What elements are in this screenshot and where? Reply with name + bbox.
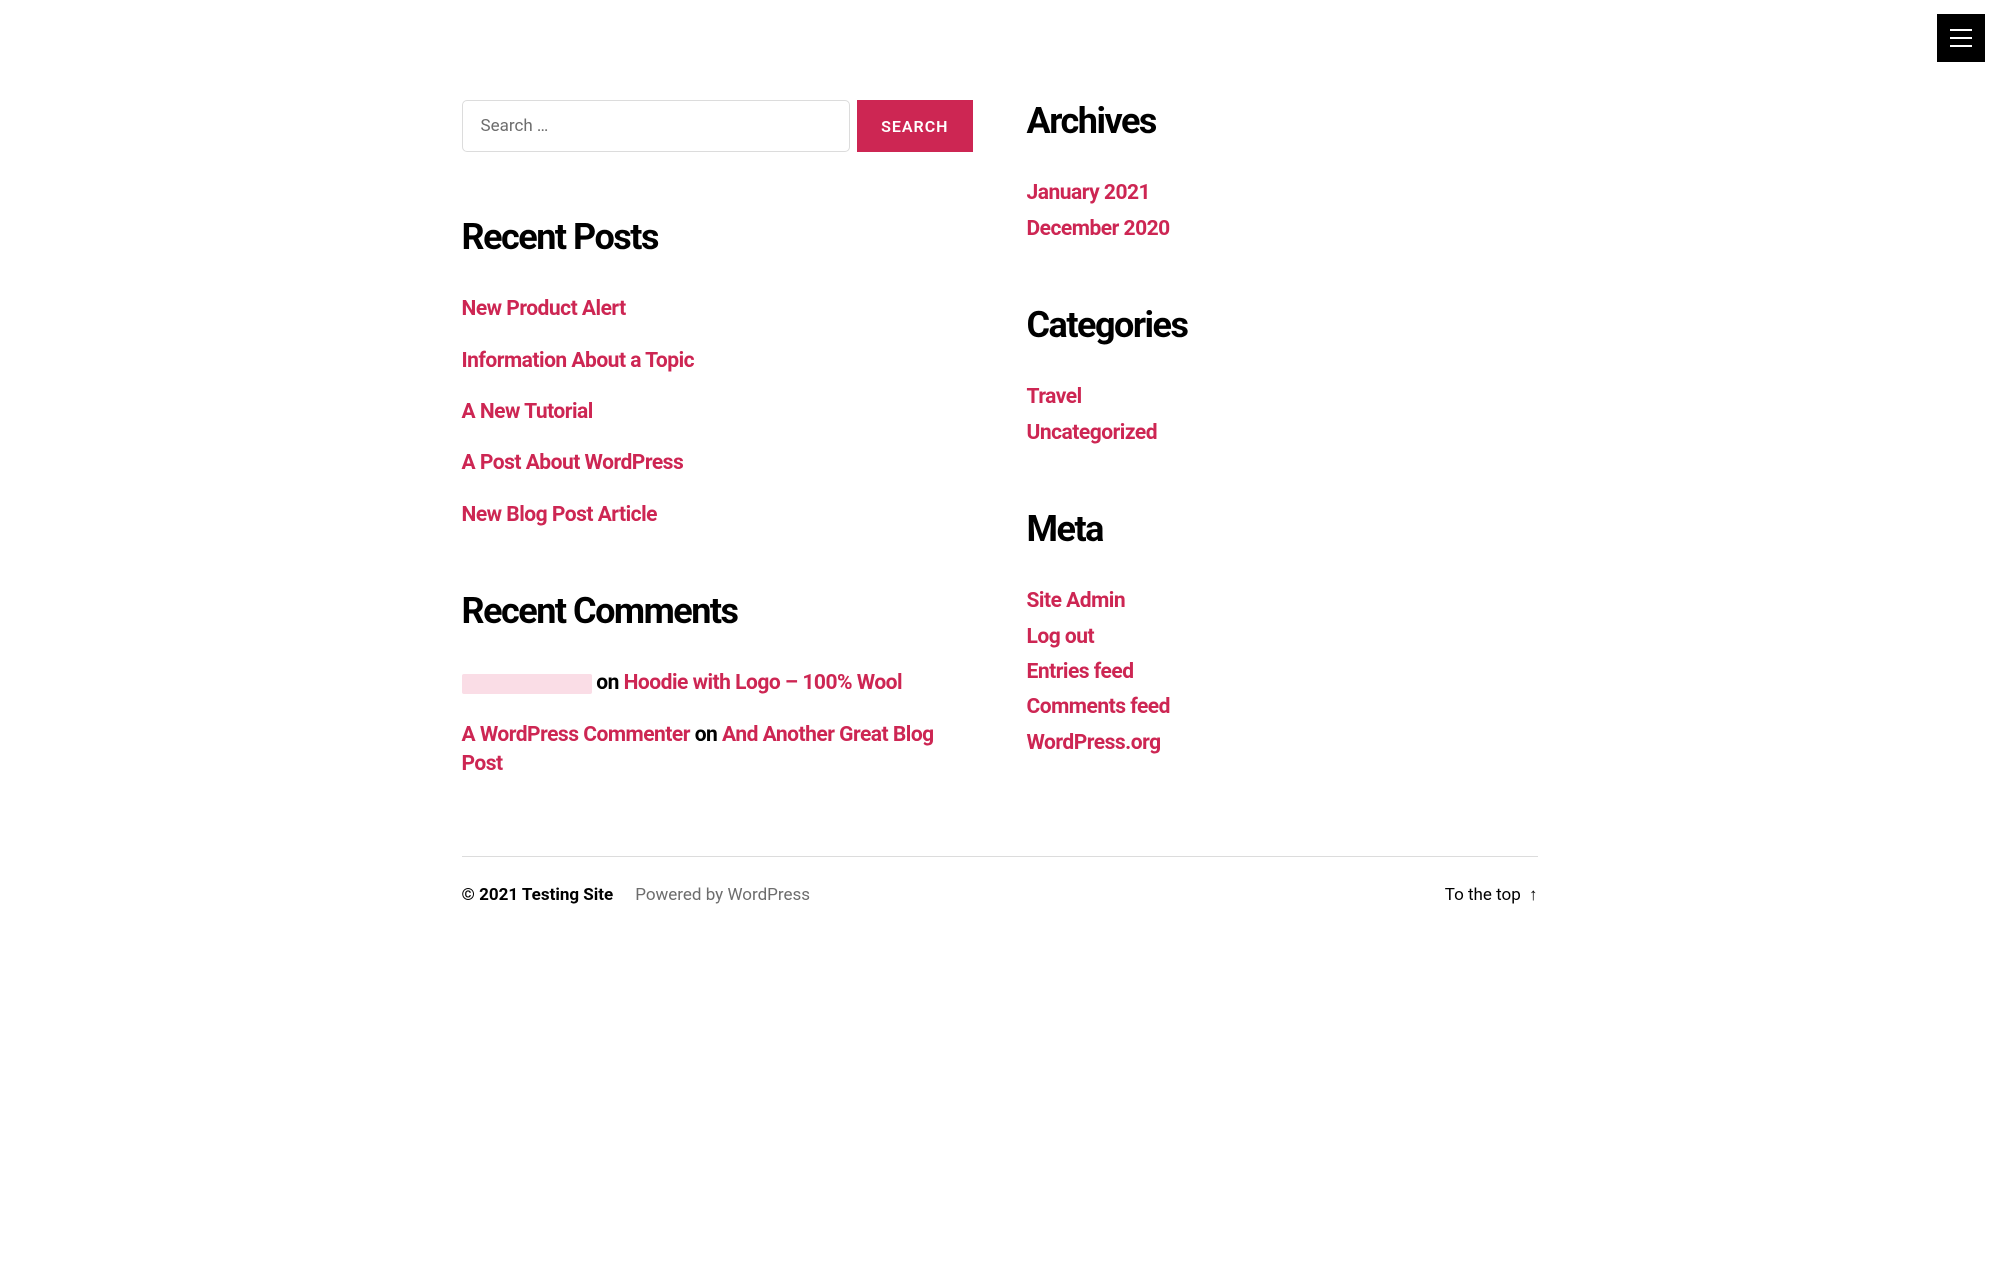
meta-link-wordpress-org[interactable]: WordPress.org [1027, 731, 1161, 755]
page-container: SEARCH Recent Posts New Product Alert In… [321, 0, 1679, 933]
recent-post-link[interactable]: A Post About WordPress [462, 451, 684, 475]
comment-on-text: on [596, 671, 619, 695]
search-button[interactable]: SEARCH [857, 100, 972, 152]
meta-list: Site Admin Log out Entries feed Comments… [1027, 587, 1538, 758]
recent-comment-item: on Hoodie with Logo – 100% Wool [462, 669, 973, 698]
site-name-link[interactable]: Testing Site [522, 885, 613, 905]
widget-column-right: Archives January 2021 December 2020 Cate… [1027, 100, 1538, 780]
footer-copyright: © 2021 Testing Site [462, 885, 614, 905]
powered-by-link[interactable]: Powered by WordPress [635, 885, 810, 905]
archives-heading: Archives [1027, 100, 1538, 143]
comment-author-redacted [462, 674, 592, 694]
recent-comments-list: on Hoodie with Logo – 100% Wool A WordPr… [462, 669, 973, 779]
recent-comments-widget: Recent Comments on Hoodie with Logo – 10… [462, 590, 973, 779]
to-the-top-text: To the top [1445, 885, 1521, 905]
categories-list: Travel Uncategorized [1027, 383, 1538, 448]
to-the-top-link[interactable]: To the top ↑ [1445, 885, 1538, 905]
comment-on-text: on [695, 723, 718, 747]
meta-link-site-admin[interactable]: Site Admin [1027, 589, 1126, 613]
archive-link[interactable]: January 2021 [1027, 181, 1151, 205]
comment-post-link[interactable]: Hoodie with Logo – 100% Wool [624, 671, 903, 695]
meta-widget: Meta Site Admin Log out Entries feed Com… [1027, 508, 1538, 758]
copyright-prefix: © 2021 [462, 885, 522, 905]
recent-post-link[interactable]: Information About a Topic [462, 349, 695, 373]
meta-link-entries-feed[interactable]: Entries feed [1027, 660, 1134, 684]
recent-post-link[interactable]: A New Tutorial [462, 400, 593, 424]
category-link[interactable]: Travel [1027, 385, 1082, 409]
search-form: SEARCH [462, 100, 973, 152]
categories-heading: Categories [1027, 304, 1538, 347]
hamburger-bar [1950, 45, 1972, 47]
archives-list: January 2021 December 2020 [1027, 179, 1538, 244]
site-footer: © 2021 Testing Site Powered by WordPress… [462, 856, 1538, 933]
recent-post-link[interactable]: New Product Alert [462, 297, 626, 321]
recent-posts-heading: Recent Posts [462, 216, 973, 259]
meta-link-log-out[interactable]: Log out [1027, 625, 1095, 649]
recent-posts-list: New Product Alert Information About a To… [462, 295, 973, 530]
main-content: SEARCH Recent Posts New Product Alert In… [341, 0, 1659, 933]
menu-toggle-button[interactable] [1937, 14, 1985, 62]
footer-left: © 2021 Testing Site Powered by WordPress [462, 885, 811, 905]
meta-heading: Meta [1027, 508, 1538, 551]
category-link[interactable]: Uncategorized [1027, 421, 1158, 445]
meta-link-comments-feed[interactable]: Comments feed [1027, 695, 1170, 719]
categories-widget: Categories Travel Uncategorized [1027, 304, 1538, 448]
recent-comments-heading: Recent Comments [462, 590, 973, 633]
widget-column-left: SEARCH Recent Posts New Product Alert In… [462, 100, 973, 780]
hamburger-bar [1950, 37, 1972, 39]
archives-widget: Archives January 2021 December 2020 [1027, 100, 1538, 244]
recent-post-link[interactable]: New Blog Post Article [462, 503, 658, 527]
archive-link[interactable]: December 2020 [1027, 217, 1170, 241]
search-input[interactable] [462, 100, 851, 152]
recent-posts-widget: Recent Posts New Product Alert Informati… [462, 216, 973, 530]
arrow-up-icon: ↑ [1529, 885, 1538, 905]
hamburger-bar [1950, 29, 1972, 31]
recent-comment-item: A WordPress Commenter on And Another Gre… [462, 721, 973, 780]
widget-area: SEARCH Recent Posts New Product Alert In… [462, 100, 1538, 780]
comment-author-link[interactable]: A WordPress Commenter [462, 723, 690, 747]
